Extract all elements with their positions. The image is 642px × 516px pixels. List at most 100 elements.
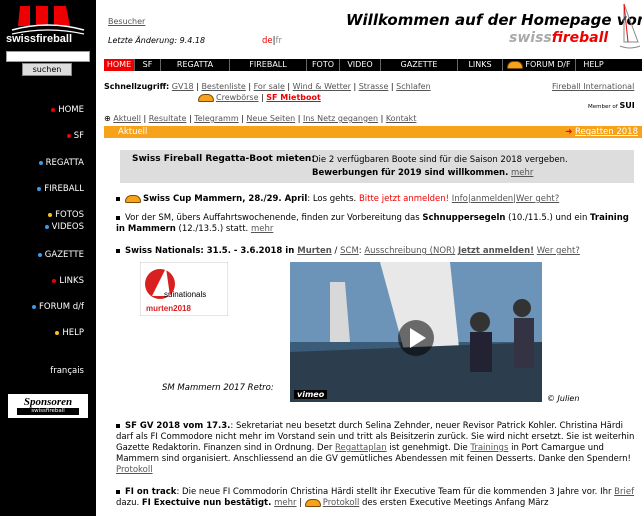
tab-forum[interactable]: FORUM d/f [503,59,576,71]
tab-home[interactable]: HOME [104,59,135,71]
bullet-icon [37,186,42,191]
language-link[interactable]: français [50,366,84,376]
sidebar-item-fireball[interactable]: FIREBALL [37,184,84,194]
subnav-telegramm[interactable]: Telegramm [194,114,238,123]
regatten-link-label: Regatten 2018 [575,127,638,137]
murten-link[interactable]: Murten [297,246,332,256]
lang-fr[interactable]: fr [276,36,283,46]
news-text: (12./13.5.) statt. [175,224,249,234]
boot-rental-line2: Bewerbungen für 2019 sind willkommen. [312,168,509,178]
subnav-kontakt[interactable]: Kontakt [386,114,417,123]
tab-foto[interactable]: FOTO [307,59,340,71]
brand-fireball: fireball [551,30,609,46]
news-text: Vor der SM, übers Auffahrtswochenende, f… [125,213,423,223]
sidebar-item-label: LINKS [59,276,84,286]
main-content: Besucher Letzte Änderung: 9.4.18 de|fr W… [96,0,642,516]
brief-link[interactable]: Brief [614,487,634,497]
news-title: FI on track [125,487,177,497]
nor-link[interactable]: Ausschreibung (NOR) [364,246,455,256]
regattaplan-link[interactable]: Regattaplan [335,443,387,453]
quick-link-mietboot[interactable]: SF Mietboot [266,93,321,102]
trainings-link[interactable]: Trainings [470,443,508,453]
sidebar-item-videos[interactable]: VIDEOS [44,222,84,232]
quick-link-schlafen[interactable]: Schlafen [396,82,430,91]
boot-rental-text: Die 2 verfügbaren Boote sind für die Sai… [312,154,632,180]
news-text: dazu. [116,498,142,508]
sponsors-sub: swissfireball [17,408,79,415]
scm-link[interactable]: SCM [340,246,359,256]
quick-link-wind[interactable]: Wind & Wetter [293,82,351,91]
sidebar-item-label: SF [73,131,84,141]
search-input[interactable] [6,51,90,62]
sponsors-badge[interactable]: Sponsoren swissfireball [8,394,88,418]
tab-links[interactable]: LINKS [458,59,503,71]
sidebar-item-label: FOTOS [55,210,84,220]
anmelden-link[interactable]: Jetzt anmelden! [458,246,534,256]
bullet-icon [116,489,120,494]
quick-label: Schnellzugriff: [104,82,170,91]
fireball-boat-icon [125,194,141,203]
search-button[interactable]: suchen [22,63,72,76]
member-badge: Member of SUI [588,101,635,110]
subnav-bullet-icon: ⊕ [104,114,111,123]
video-caption: SM Mammern 2017 Retro: [162,383,274,393]
tab-sf[interactable]: SF [135,59,161,71]
protokoll-link[interactable]: Protokoll [116,465,153,475]
protokoll-link[interactable]: Protokoll [323,498,360,508]
bullet-icon [116,196,120,201]
visitors-link[interactable]: Besucher [108,17,145,26]
quick-link-crew[interactable]: Crewbörse [216,93,259,102]
sidebar-item-forum[interactable]: FORUM d/f [32,302,84,312]
brand-swiss: swiss [509,30,552,46]
news-text: ist genehmigt. Die [386,443,471,453]
quick-link-forsale[interactable]: For sale [254,82,285,91]
subnav-ins-netz[interactable]: Ins Netz gegangen [303,114,378,123]
bullet-icon [44,224,49,229]
sidebar-item-sf[interactable]: SF [66,131,84,141]
tab-gazette[interactable]: GAZETTE [381,59,458,71]
boot-rental-more[interactable]: mehr [511,168,533,178]
news-text: : Los gehts. [307,194,357,204]
regatten-link[interactable]: ➜ Regatten 2018 [565,127,638,137]
news-text: (10./11.5.) und ein [505,213,591,223]
subnav-resultate[interactable]: Resultate [149,114,187,123]
quick-link-strasse[interactable]: Strasse [359,82,389,91]
news-item-fi: FI on track: Die neue FI Commodorin Chri… [116,487,635,508]
brand-name: swissfireball [509,30,608,46]
news-more-link[interactable]: mehr [251,224,273,234]
last-updated: Letzte Änderung: 9.4.18 [108,36,206,45]
news-title: Swiss Cup Mammern, 28./29. April [143,194,308,204]
bullet-icon [116,248,120,253]
tab-regatta[interactable]: REGATTA [161,59,230,71]
news-links[interactable]: Info|anmelden|Wer geht? [452,194,559,204]
bullet-icon [37,252,42,257]
sidebar-item-links[interactable]: LINKS [52,276,84,286]
video-player[interactable]: vimeo [290,262,542,402]
subnav-neue-seiten[interactable]: Neue Seiten [246,114,295,123]
sidebar-item-label: GAZETTE [44,250,84,260]
fireball-boat-icon [198,93,214,102]
tab-video[interactable]: VIDEO [340,59,381,71]
sidebar-item-home[interactable]: HOME [51,105,84,115]
tab-fireball[interactable]: FIREBALL [230,59,307,71]
tab-help[interactable]: HELP [576,59,611,71]
sidebar-item-regatta[interactable]: REGATTA [38,158,84,168]
quick-link-bestenliste[interactable]: Bestenliste [201,82,245,91]
sidebar-item-fotos[interactable]: FOTOS [48,210,84,220]
sidebar-item-label: HOME [58,105,84,115]
swiss-nationals-logo[interactable]: suinationals murten2018 [140,262,228,316]
quick-link-gv18[interactable]: GV18 [172,82,194,91]
sidebar-item-help[interactable]: HELP [55,328,84,338]
wer-geht-link[interactable]: Wer geht? [537,246,580,256]
sidebar-item-label: FORUM d/f [39,302,84,312]
bullet-icon [116,423,120,428]
vimeo-badge[interactable]: vimeo [294,390,328,399]
fi-international-link[interactable]: Fireball International [552,82,634,91]
subnav-aktuell[interactable]: Aktuell [113,114,141,123]
sidebar-item-gazette[interactable]: GAZETTE [37,250,84,260]
boot-rental-box: Swiss Fireball Regatta-Boot mieten: Die … [120,150,634,183]
lang-de[interactable]: de [262,36,273,46]
news-item-swiss-nationals: Swiss Nationals: 31.5. - 3.6.2018 in Mur… [116,246,640,257]
news-more-link[interactable]: mehr [274,498,296,508]
news-text: des ersten Executive Meetings Anfang Mär… [359,498,549,508]
